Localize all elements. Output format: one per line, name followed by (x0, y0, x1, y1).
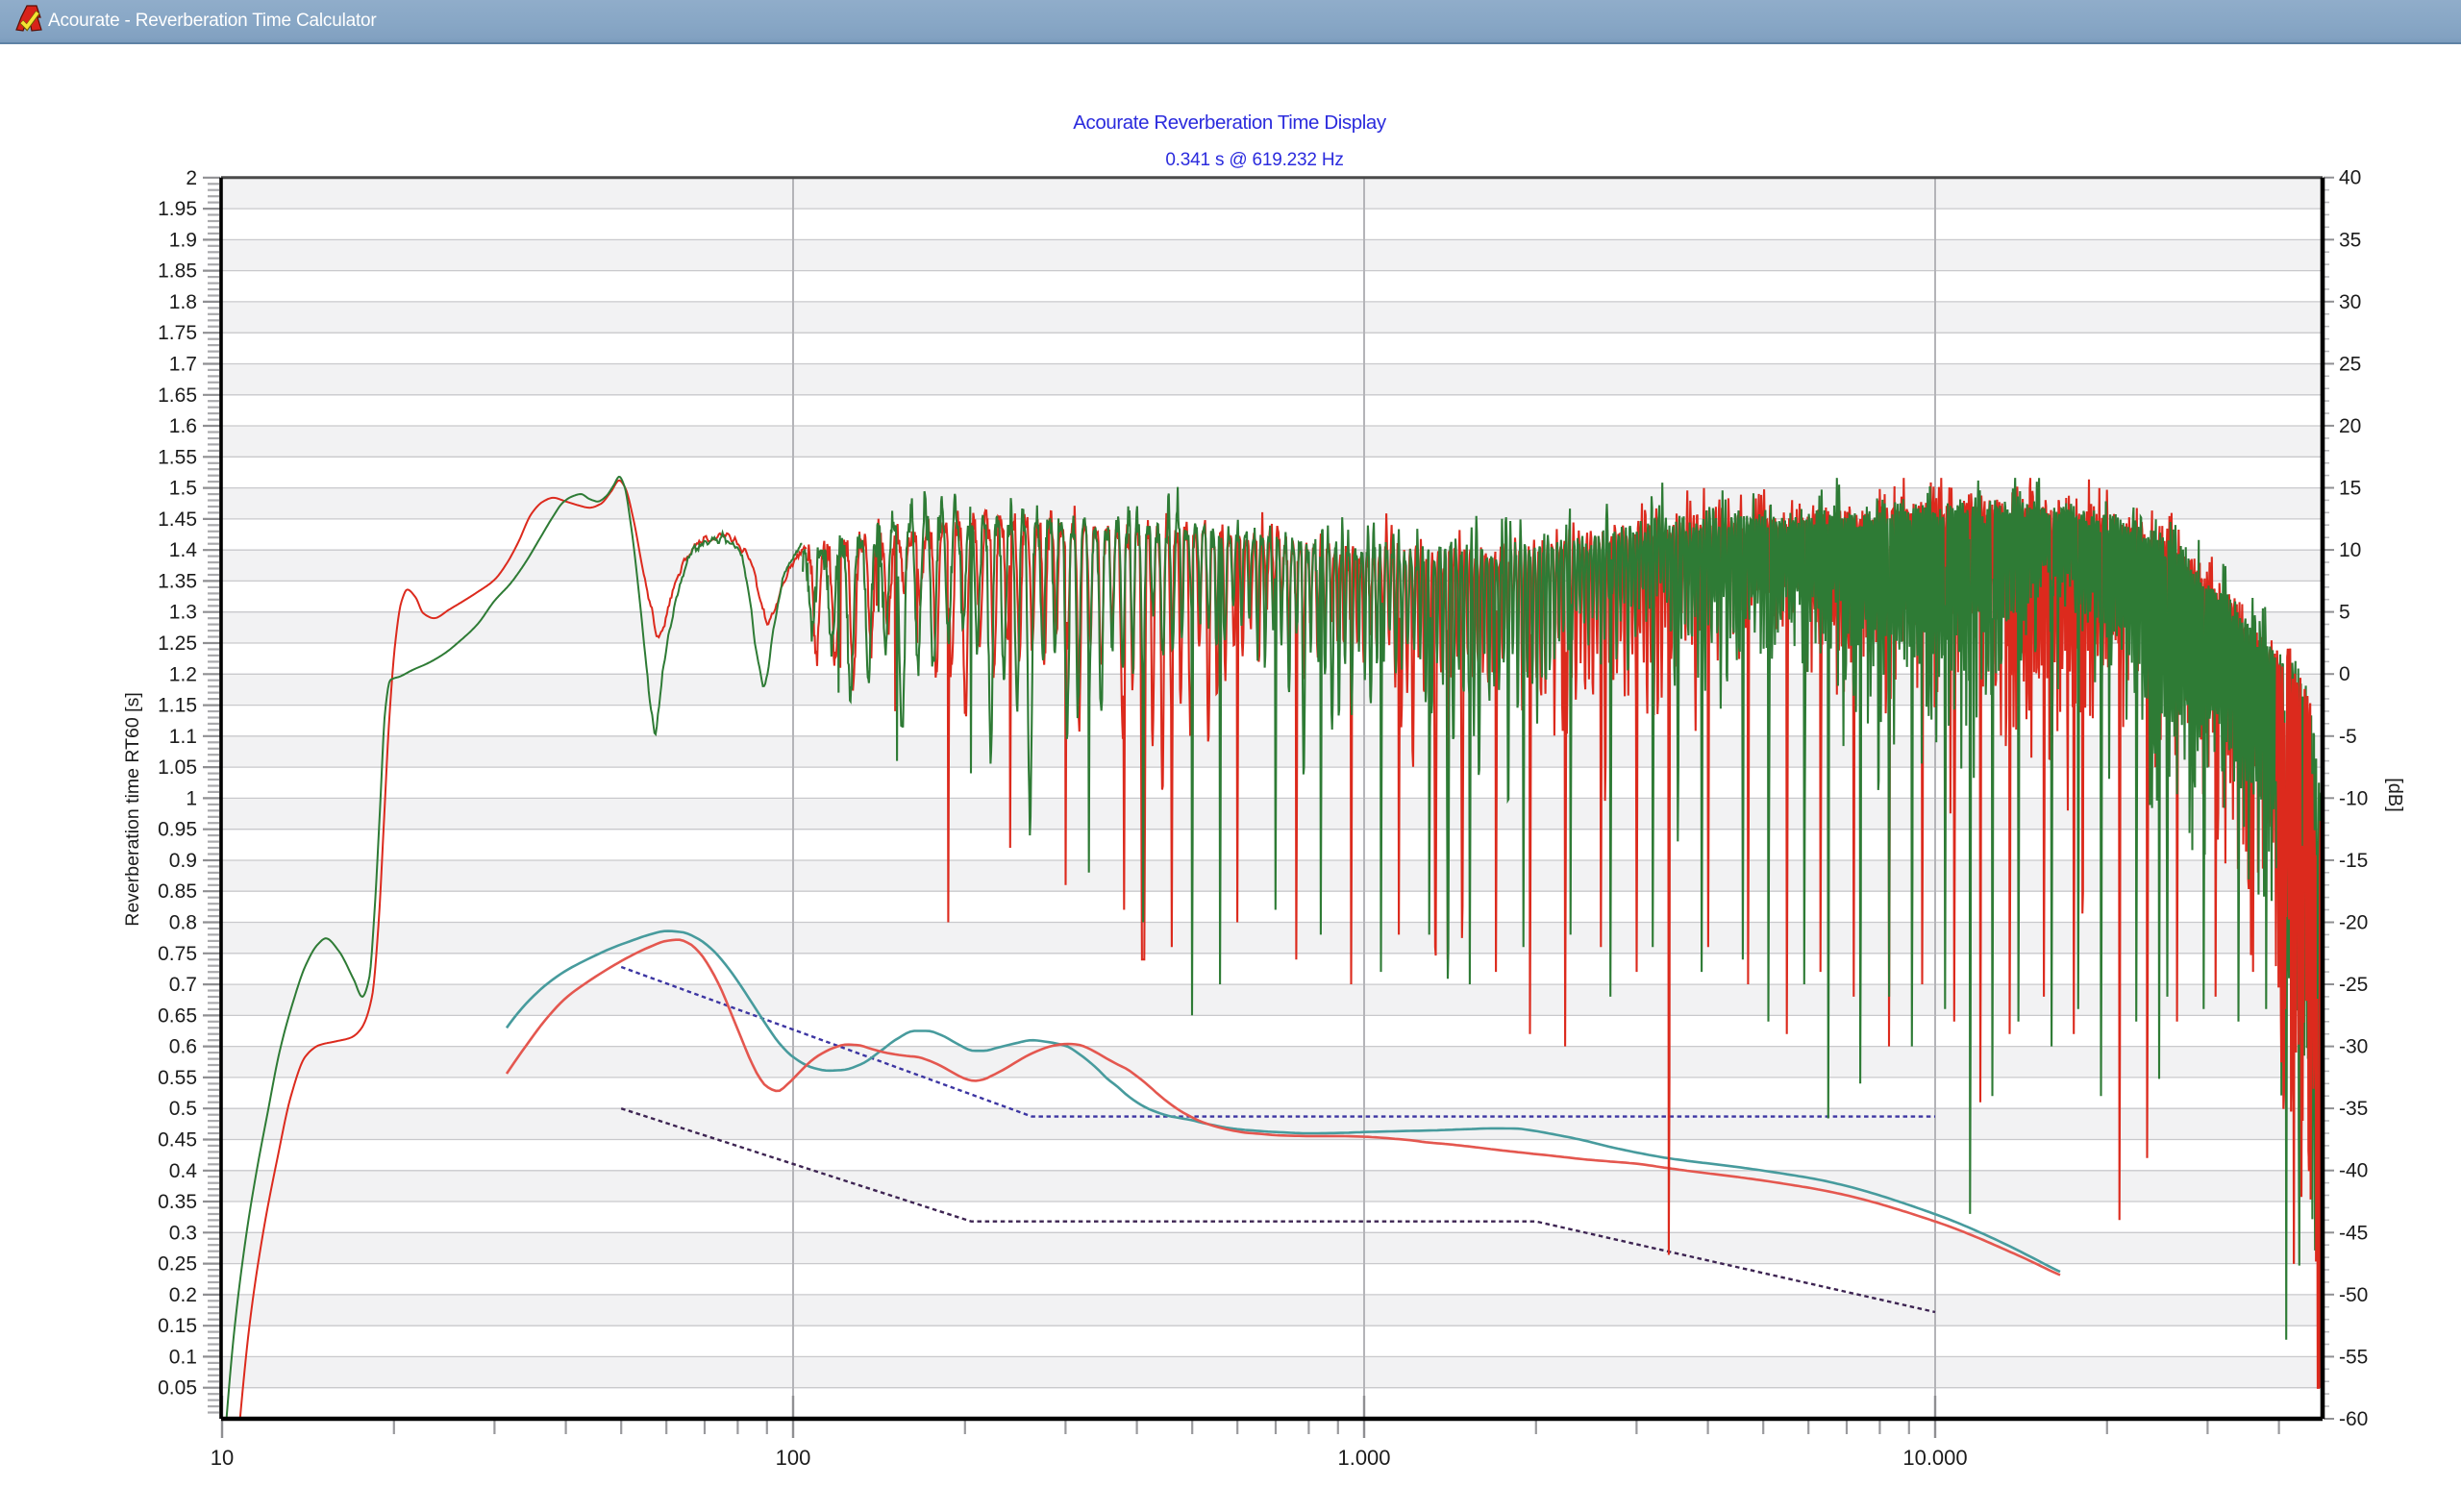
svg-text:0.7: 0.7 (169, 974, 197, 996)
svg-text:1.9: 1.9 (169, 229, 197, 251)
svg-text:15: 15 (2339, 478, 2361, 500)
svg-text:[dB]: [dB] (2384, 778, 2405, 812)
svg-text:-40: -40 (2339, 1160, 2368, 1182)
svg-text:1.25: 1.25 (158, 632, 197, 655)
svg-text:10: 10 (2339, 539, 2361, 561)
svg-text:1.75: 1.75 (158, 322, 197, 344)
svg-text:-10: -10 (2339, 787, 2368, 809)
svg-text:1.35: 1.35 (158, 570, 197, 592)
svg-text:35: 35 (2339, 229, 2361, 251)
svg-text:1.15: 1.15 (158, 695, 197, 717)
svg-text:1.2: 1.2 (169, 663, 197, 685)
svg-text:1: 1 (186, 787, 197, 809)
svg-text:10.000: 10.000 (1902, 1446, 1967, 1470)
svg-text:2: 2 (186, 167, 197, 189)
svg-text:0.55: 0.55 (158, 1067, 197, 1089)
svg-text:30: 30 (2339, 291, 2361, 313)
svg-text:-15: -15 (2339, 850, 2368, 872)
svg-text:1.7: 1.7 (169, 354, 197, 376)
svg-text:-5: -5 (2339, 726, 2357, 748)
svg-text:0.85: 0.85 (158, 880, 197, 903)
svg-text:0.35: 0.35 (158, 1191, 197, 1213)
svg-text:1.85: 1.85 (158, 260, 197, 283)
svg-text:25: 25 (2339, 353, 2361, 375)
svg-text:1.65: 1.65 (158, 384, 197, 407)
svg-text:1.6: 1.6 (169, 415, 197, 437)
svg-text:10: 10 (211, 1446, 234, 1470)
svg-text:0.1: 0.1 (169, 1346, 197, 1368)
svg-text:0.45: 0.45 (158, 1129, 197, 1152)
svg-text:-35: -35 (2339, 1098, 2368, 1120)
svg-text:Reverberation time RT60 [s]: Reverberation time RT60 [s] (122, 692, 143, 927)
svg-text:0.15: 0.15 (158, 1315, 197, 1337)
svg-text:0.65: 0.65 (158, 1004, 197, 1027)
svg-text:0.341 s @ 619.232 Hz: 0.341 s @ 619.232 Hz (1165, 150, 1343, 170)
svg-text:-30: -30 (2339, 1036, 2368, 1058)
svg-text:0.5: 0.5 (169, 1098, 197, 1120)
svg-text:1.05: 1.05 (158, 756, 197, 779)
svg-text:1.55: 1.55 (158, 446, 197, 468)
svg-text:0: 0 (2339, 663, 2350, 685)
svg-text:1.8: 1.8 (169, 291, 197, 313)
svg-text:20: 20 (2339, 415, 2361, 437)
svg-text:5: 5 (2339, 602, 2350, 624)
svg-text:-25: -25 (2339, 974, 2368, 996)
svg-text:0.75: 0.75 (158, 943, 197, 965)
svg-text:Acourate Reverberation Time Di: Acourate Reverberation Time Display (1073, 112, 1387, 134)
svg-text:1.95: 1.95 (158, 198, 197, 220)
svg-text:-45: -45 (2339, 1222, 2368, 1244)
svg-text:1.000: 1.000 (1337, 1446, 1390, 1470)
svg-text:1.5: 1.5 (169, 478, 197, 500)
svg-text:0.9: 0.9 (169, 850, 197, 872)
svg-text:100: 100 (776, 1446, 811, 1470)
svg-text:0.05: 0.05 (158, 1377, 197, 1400)
svg-text:0.25: 0.25 (158, 1253, 197, 1276)
svg-text:0.2: 0.2 (169, 1284, 197, 1306)
svg-text:40: 40 (2339, 167, 2361, 189)
svg-text:1.45: 1.45 (158, 508, 197, 531)
svg-text:0.3: 0.3 (169, 1222, 197, 1244)
svg-text:0.4: 0.4 (169, 1160, 198, 1182)
svg-text:0.8: 0.8 (169, 912, 197, 934)
svg-text:-20: -20 (2339, 912, 2368, 934)
svg-text:1.3: 1.3 (169, 602, 197, 624)
svg-text:1.4: 1.4 (169, 539, 198, 561)
svg-text:-50: -50 (2339, 1284, 2368, 1306)
svg-text:-55: -55 (2339, 1346, 2368, 1368)
svg-text:1.1: 1.1 (169, 726, 197, 748)
svg-text:0.6: 0.6 (169, 1036, 197, 1058)
svg-text:-60: -60 (2339, 1408, 2368, 1430)
svg-text:0.95: 0.95 (158, 819, 197, 841)
